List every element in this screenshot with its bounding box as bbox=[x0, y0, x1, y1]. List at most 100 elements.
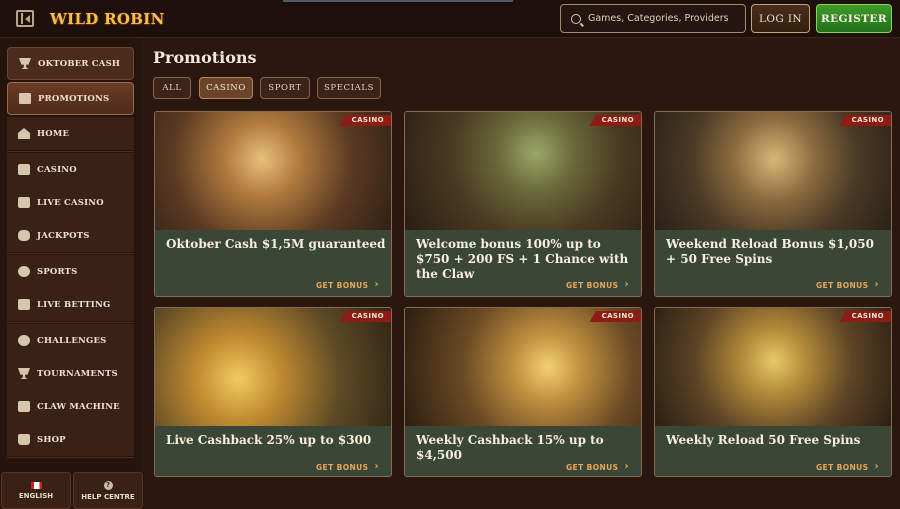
sidebar: OKTOBER CASH PROMOTIONS HOME CASINO LIVE… bbox=[0, 39, 141, 509]
get-bonus-link[interactable]: GET BONUS › bbox=[816, 280, 879, 290]
get-bonus-link[interactable]: GET BONUS › bbox=[566, 280, 629, 290]
sidebar-item-oktober-cash[interactable]: OKTOBER CASH bbox=[7, 47, 134, 80]
sidebar-footer: ENGLISH ? HELP CENTRE bbox=[0, 471, 143, 509]
sidebar-item-label: CASINO bbox=[37, 164, 77, 175]
tab-casino[interactable]: CASINO bbox=[199, 77, 253, 99]
get-bonus-link[interactable]: GET BONUS › bbox=[816, 462, 879, 472]
promo-card[interactable]: CASINO Oktober Cash $1,5M guaranteed GET… bbox=[154, 111, 392, 297]
chevron-right-icon: › bbox=[624, 461, 629, 472]
promo-title: Weekly Cashback 15% up to $4,500 bbox=[416, 433, 604, 462]
promo-card[interactable]: CASINO Live Cashback 25% up to $300 GET … bbox=[154, 307, 392, 477]
sidebar-item-sports[interactable]: SPORTS bbox=[7, 255, 134, 288]
sidebar-item-label: JACKPOTS bbox=[37, 230, 90, 241]
get-bonus-link[interactable]: GET BONUS › bbox=[316, 462, 379, 472]
promo-card[interactable]: CASINO Weekly Reload 50 Free Spins GET B… bbox=[654, 307, 892, 477]
category-badge: CASINO bbox=[339, 311, 391, 322]
promo-image bbox=[405, 112, 641, 230]
promo-image bbox=[405, 308, 641, 426]
promo-title: Weekend Reload Bonus $1,050 + 50 Free Sp… bbox=[666, 237, 874, 266]
get-bonus-label: GET BONUS bbox=[816, 462, 869, 472]
promo-card-body: Welcome bonus 100% up to $750 + 200 FS +… bbox=[405, 230, 641, 296]
sidebar-item-live-betting[interactable]: LIVE BETTING bbox=[7, 288, 134, 321]
cards-icon bbox=[18, 197, 30, 208]
sidebar-item-promotions[interactable]: PROMOTIONS bbox=[7, 82, 134, 115]
get-bonus-label: GET BONUS bbox=[316, 462, 369, 472]
clover-icon bbox=[18, 230, 30, 241]
sidebar-divider bbox=[7, 253, 134, 254]
help-centre-button[interactable]: ? HELP CENTRE bbox=[73, 472, 143, 509]
get-bonus-label: GET BONUS bbox=[566, 280, 619, 290]
shopping-bag-icon bbox=[18, 434, 30, 445]
header-divider bbox=[283, 0, 513, 2]
tab-specials[interactable]: SPECIALS bbox=[317, 77, 381, 99]
gift-icon bbox=[19, 93, 31, 104]
promo-card-body: Weekly Cashback 15% up to $4,500 GET BON… bbox=[405, 426, 641, 476]
promo-image bbox=[155, 112, 391, 230]
sidebar-item-label: LIVE BETTING bbox=[37, 299, 111, 310]
promo-title: Welcome bonus 100% up to $750 + 200 FS +… bbox=[416, 237, 629, 281]
home-icon bbox=[18, 128, 30, 139]
sidebar-item-label: TOURNAMENTS bbox=[37, 368, 118, 379]
chevron-right-icon: › bbox=[874, 461, 879, 472]
category-badge: CASINO bbox=[589, 115, 641, 126]
tab-sport[interactable]: SPORT bbox=[260, 77, 310, 99]
canada-flag-icon bbox=[30, 481, 42, 489]
promo-card-body: Weekend Reload Bonus $1,050 + 50 Free Sp… bbox=[655, 230, 891, 296]
chevron-right-icon: › bbox=[874, 279, 879, 290]
sidebar-item-label: CHALLENGES bbox=[37, 335, 107, 346]
sidebar-item-challenges[interactable]: CHALLENGES bbox=[7, 324, 134, 357]
sidebar-item-claw-machine[interactable]: CLAW MACHINE bbox=[7, 390, 134, 423]
category-badge: CASINO bbox=[589, 311, 641, 322]
promo-card[interactable]: CASINO Welcome bonus 100% up to $750 + 2… bbox=[404, 111, 642, 297]
promo-card-body: Weekly Reload 50 Free Spins GET BONUS › bbox=[655, 426, 891, 476]
promo-title: Oktober Cash $1,5M guaranteed bbox=[166, 237, 386, 251]
promo-card-body: Oktober Cash $1,5M guaranteed GET BONUS … bbox=[155, 230, 391, 296]
sidebar-item-tournaments[interactable]: TOURNAMENTS bbox=[7, 357, 134, 390]
promo-image bbox=[655, 308, 891, 426]
help-label: HELP CENTRE bbox=[81, 492, 135, 501]
trophy-icon bbox=[18, 368, 30, 379]
get-bonus-label: GET BONUS bbox=[316, 280, 369, 290]
logo[interactable]: WILD ROBIN bbox=[50, 8, 165, 30]
tab-all[interactable]: ALL bbox=[153, 77, 191, 99]
login-button[interactable]: LOG IN bbox=[751, 4, 810, 33]
language-button[interactable]: ENGLISH bbox=[1, 472, 71, 509]
menu-toggle-icon[interactable] bbox=[16, 10, 34, 27]
sidebar-item-label: SHOP bbox=[37, 434, 66, 445]
sidebar-item-home[interactable]: HOME bbox=[7, 117, 134, 150]
sidebar-item-label: HOME bbox=[37, 128, 70, 139]
get-bonus-label: GET BONUS bbox=[566, 462, 619, 472]
promo-image bbox=[655, 112, 891, 230]
sidebar-item-casino[interactable]: CASINO bbox=[7, 153, 134, 186]
help-icon: ? bbox=[103, 480, 113, 490]
promo-card-body: Live Cashback 25% up to $300 GET BONUS › bbox=[155, 426, 391, 476]
promo-card[interactable]: CASINO Weekend Reload Bonus $1,050 + 50 … bbox=[654, 111, 892, 297]
sidebar-item-live-casino[interactable]: LIVE CASINO bbox=[7, 186, 134, 219]
category-badge: CASINO bbox=[839, 115, 891, 126]
language-label: ENGLISH bbox=[18, 491, 54, 500]
live-tv-icon bbox=[18, 299, 30, 310]
search-box[interactable] bbox=[560, 4, 746, 33]
promo-card[interactable]: CASINO Weekly Cashback 15% up to $4,500 … bbox=[404, 307, 642, 477]
claw-icon bbox=[18, 401, 30, 412]
sidebar-item-label: OKTOBER CASH bbox=[38, 58, 121, 69]
search-input[interactable] bbox=[588, 13, 738, 24]
sidebar-item-label: SPORTS bbox=[37, 266, 78, 277]
get-bonus-link[interactable]: GET BONUS › bbox=[316, 280, 379, 290]
category-badge: CASINO bbox=[839, 311, 891, 322]
slot-machine-icon bbox=[18, 164, 30, 175]
sidebar-item-label: PROMOTIONS bbox=[38, 93, 110, 104]
chevron-right-icon: › bbox=[374, 461, 379, 472]
sidebar-item-jackpots[interactable]: JACKPOTS bbox=[7, 219, 134, 252]
chevron-right-icon: › bbox=[624, 279, 629, 290]
get-bonus-link[interactable]: GET BONUS › bbox=[566, 462, 629, 472]
ball-icon bbox=[18, 266, 30, 277]
top-header: WILD ROBIN LOG IN REGISTER bbox=[0, 0, 900, 38]
target-icon bbox=[18, 335, 30, 346]
register-button[interactable]: REGISTER bbox=[816, 4, 892, 33]
sidebar-divider bbox=[7, 151, 134, 152]
sidebar-item-shop[interactable]: SHOP bbox=[7, 423, 134, 456]
chevron-right-icon: › bbox=[374, 279, 379, 290]
get-bonus-label: GET BONUS bbox=[816, 280, 869, 290]
sidebar-divider bbox=[7, 322, 134, 323]
